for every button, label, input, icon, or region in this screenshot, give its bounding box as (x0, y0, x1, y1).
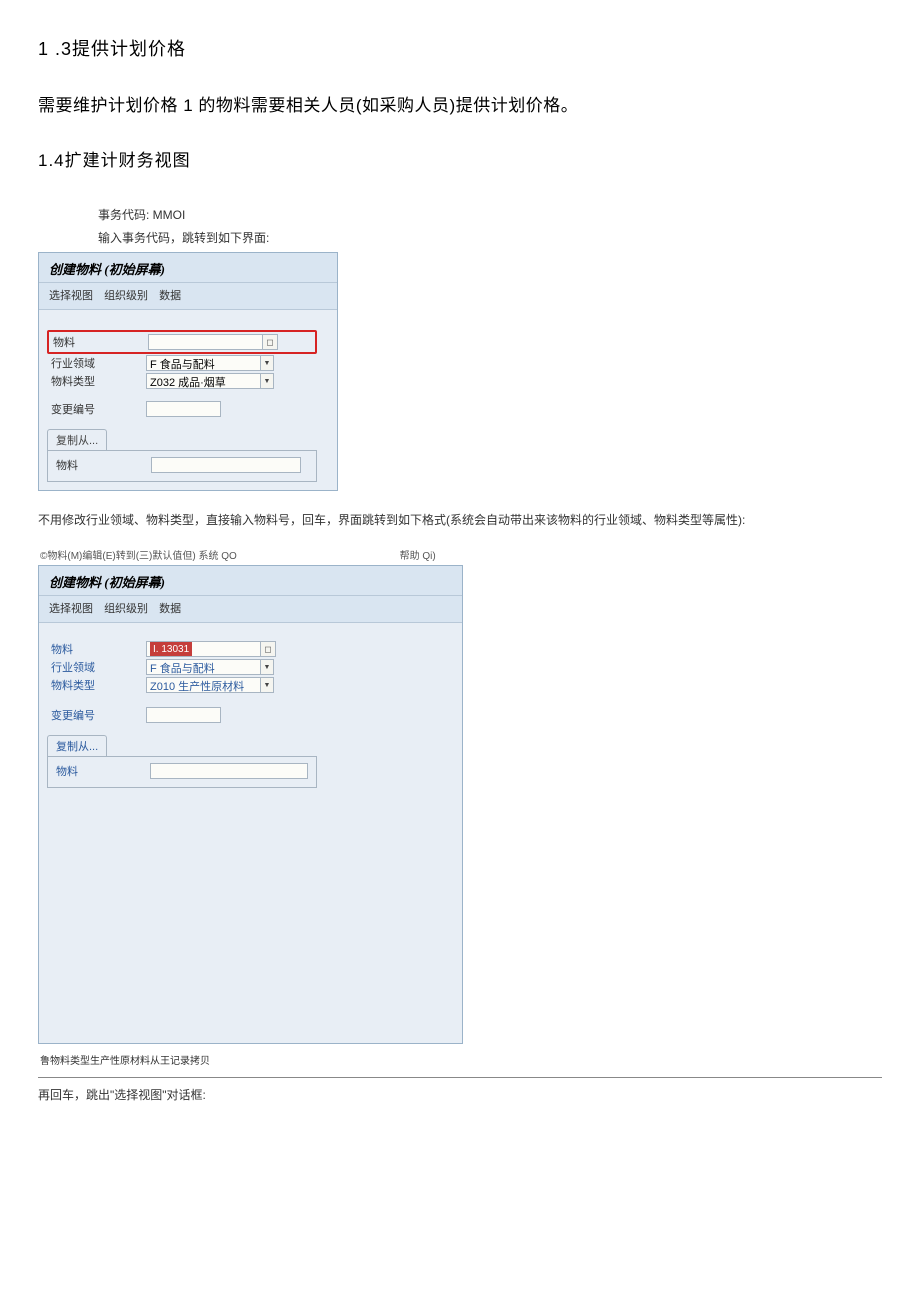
panel-toolbar: 选择视图 组织级别 数据 (39, 596, 462, 623)
toolbar-data[interactable]: 数据 (159, 603, 181, 615)
menu-help[interactable]: 帮助 (400, 551, 420, 562)
sap-create-material-panel-2: 创建物料 (初始屏幕) 选择视图 组织级别 数据 物料 I. 13031 ◻ 行… (38, 565, 463, 1044)
material-input[interactable]: I. 13031 (146, 641, 261, 657)
copy-from-group: 物料 (47, 756, 317, 788)
change-no-input[interactable] (146, 707, 221, 723)
toolbar-select-view[interactable]: 选择视图 (49, 290, 93, 302)
chevron-down-icon[interactable]: ▼ (260, 355, 274, 371)
material-value: I. 13031 (150, 642, 192, 656)
label-copy-material: 物料 (56, 763, 150, 779)
copy-material-input[interactable] (151, 457, 301, 473)
menu-goto[interactable]: 转到(三) (116, 551, 153, 562)
label-industry: 行业领域 (51, 659, 146, 675)
toolbar-data[interactable]: 数据 (159, 290, 181, 302)
sap-menubar: ©物料(M)编辑(E)转到(三)默认值但) 系统 QO 帮助 Qi) (38, 544, 882, 565)
menu-qo: QO (221, 551, 237, 562)
panel-title: 创建物料 (初始屏幕) (39, 253, 337, 283)
label-copy-material: 物料 (56, 457, 151, 473)
section-heading-1-3: 1 .3提供计划价格 (38, 35, 882, 61)
material-type-select[interactable]: Z010 生产性原材料 (146, 677, 261, 693)
status-bar-text: 鲁物料类型生产性原材料从王记录拷贝 (38, 1052, 882, 1067)
label-material: 物料 (51, 641, 146, 657)
change-no-input[interactable] (146, 401, 221, 417)
panel-toolbar: 选择视图 组织级别 数据 (39, 283, 337, 310)
menu-edit[interactable]: 编辑(E) (82, 551, 115, 562)
material-type-select[interactable]: Z032 成品·烟草 (146, 373, 261, 389)
label-material-type: 物料类型 (51, 677, 146, 693)
divider (38, 1077, 882, 1078)
menu-system[interactable]: 系统 (199, 551, 219, 562)
label-industry: 行业领域 (51, 355, 146, 371)
chevron-down-icon[interactable]: ▼ (260, 373, 274, 389)
note-no-modify: 不用修改行业领域、物料类型，直接输入物料号，回车，界面跳转到如下格式(系统会自动… (38, 511, 882, 528)
copy-from-tab[interactable]: 复制从... (47, 735, 107, 756)
sap-create-material-panel-1: 创建物料 (初始屏幕) 选择视图 组织级别 数据 物料 ◻ 行业领域 F 食品与… (38, 252, 338, 491)
label-change-no: 变更编号 (51, 707, 146, 723)
instruction-tcode: 事务代码: MMOI (98, 206, 882, 223)
menu-qi: Qi) (422, 551, 435, 562)
copy-from-group: 物料 (47, 450, 317, 482)
final-instruction: 再回车，跳出"选择视图"对话框: (38, 1086, 882, 1103)
paragraph-requirement: 需要维护计划价格 1 的物料需要相关人员(如采购人员)提供计划价格。 (38, 91, 882, 116)
chevron-down-icon[interactable]: ▼ (260, 659, 274, 675)
menu-defaults[interactable]: 默认值但) (152, 551, 195, 562)
chevron-down-icon[interactable]: ▼ (260, 677, 274, 693)
menu-material[interactable]: ©物料(M) (40, 551, 82, 562)
panel-title: 创建物料 (初始屏幕) (39, 566, 462, 596)
label-material: 物料 (53, 334, 148, 350)
material-input[interactable] (148, 334, 263, 350)
label-material-type: 物料类型 (51, 373, 146, 389)
toolbar-org-level[interactable]: 组织级别 (104, 290, 148, 302)
search-help-icon[interactable]: ◻ (262, 334, 278, 350)
instruction-enter-tcode: 输入事务代码，跳转到如下界面: (98, 229, 882, 246)
toolbar-org-level[interactable]: 组织级别 (104, 603, 148, 615)
copy-from-tab[interactable]: 复制从... (47, 429, 107, 450)
section-heading-1-4: 1.4扩建计财务视图 (38, 146, 882, 171)
toolbar-select-view[interactable]: 选择视图 (49, 603, 93, 615)
search-help-icon[interactable]: ◻ (260, 641, 276, 657)
industry-select[interactable]: F 食品与配料 (146, 355, 261, 371)
copy-material-input[interactable] (150, 763, 308, 779)
label-change-no: 变更编号 (51, 401, 146, 417)
industry-select[interactable]: F 食品与配料 (146, 659, 261, 675)
